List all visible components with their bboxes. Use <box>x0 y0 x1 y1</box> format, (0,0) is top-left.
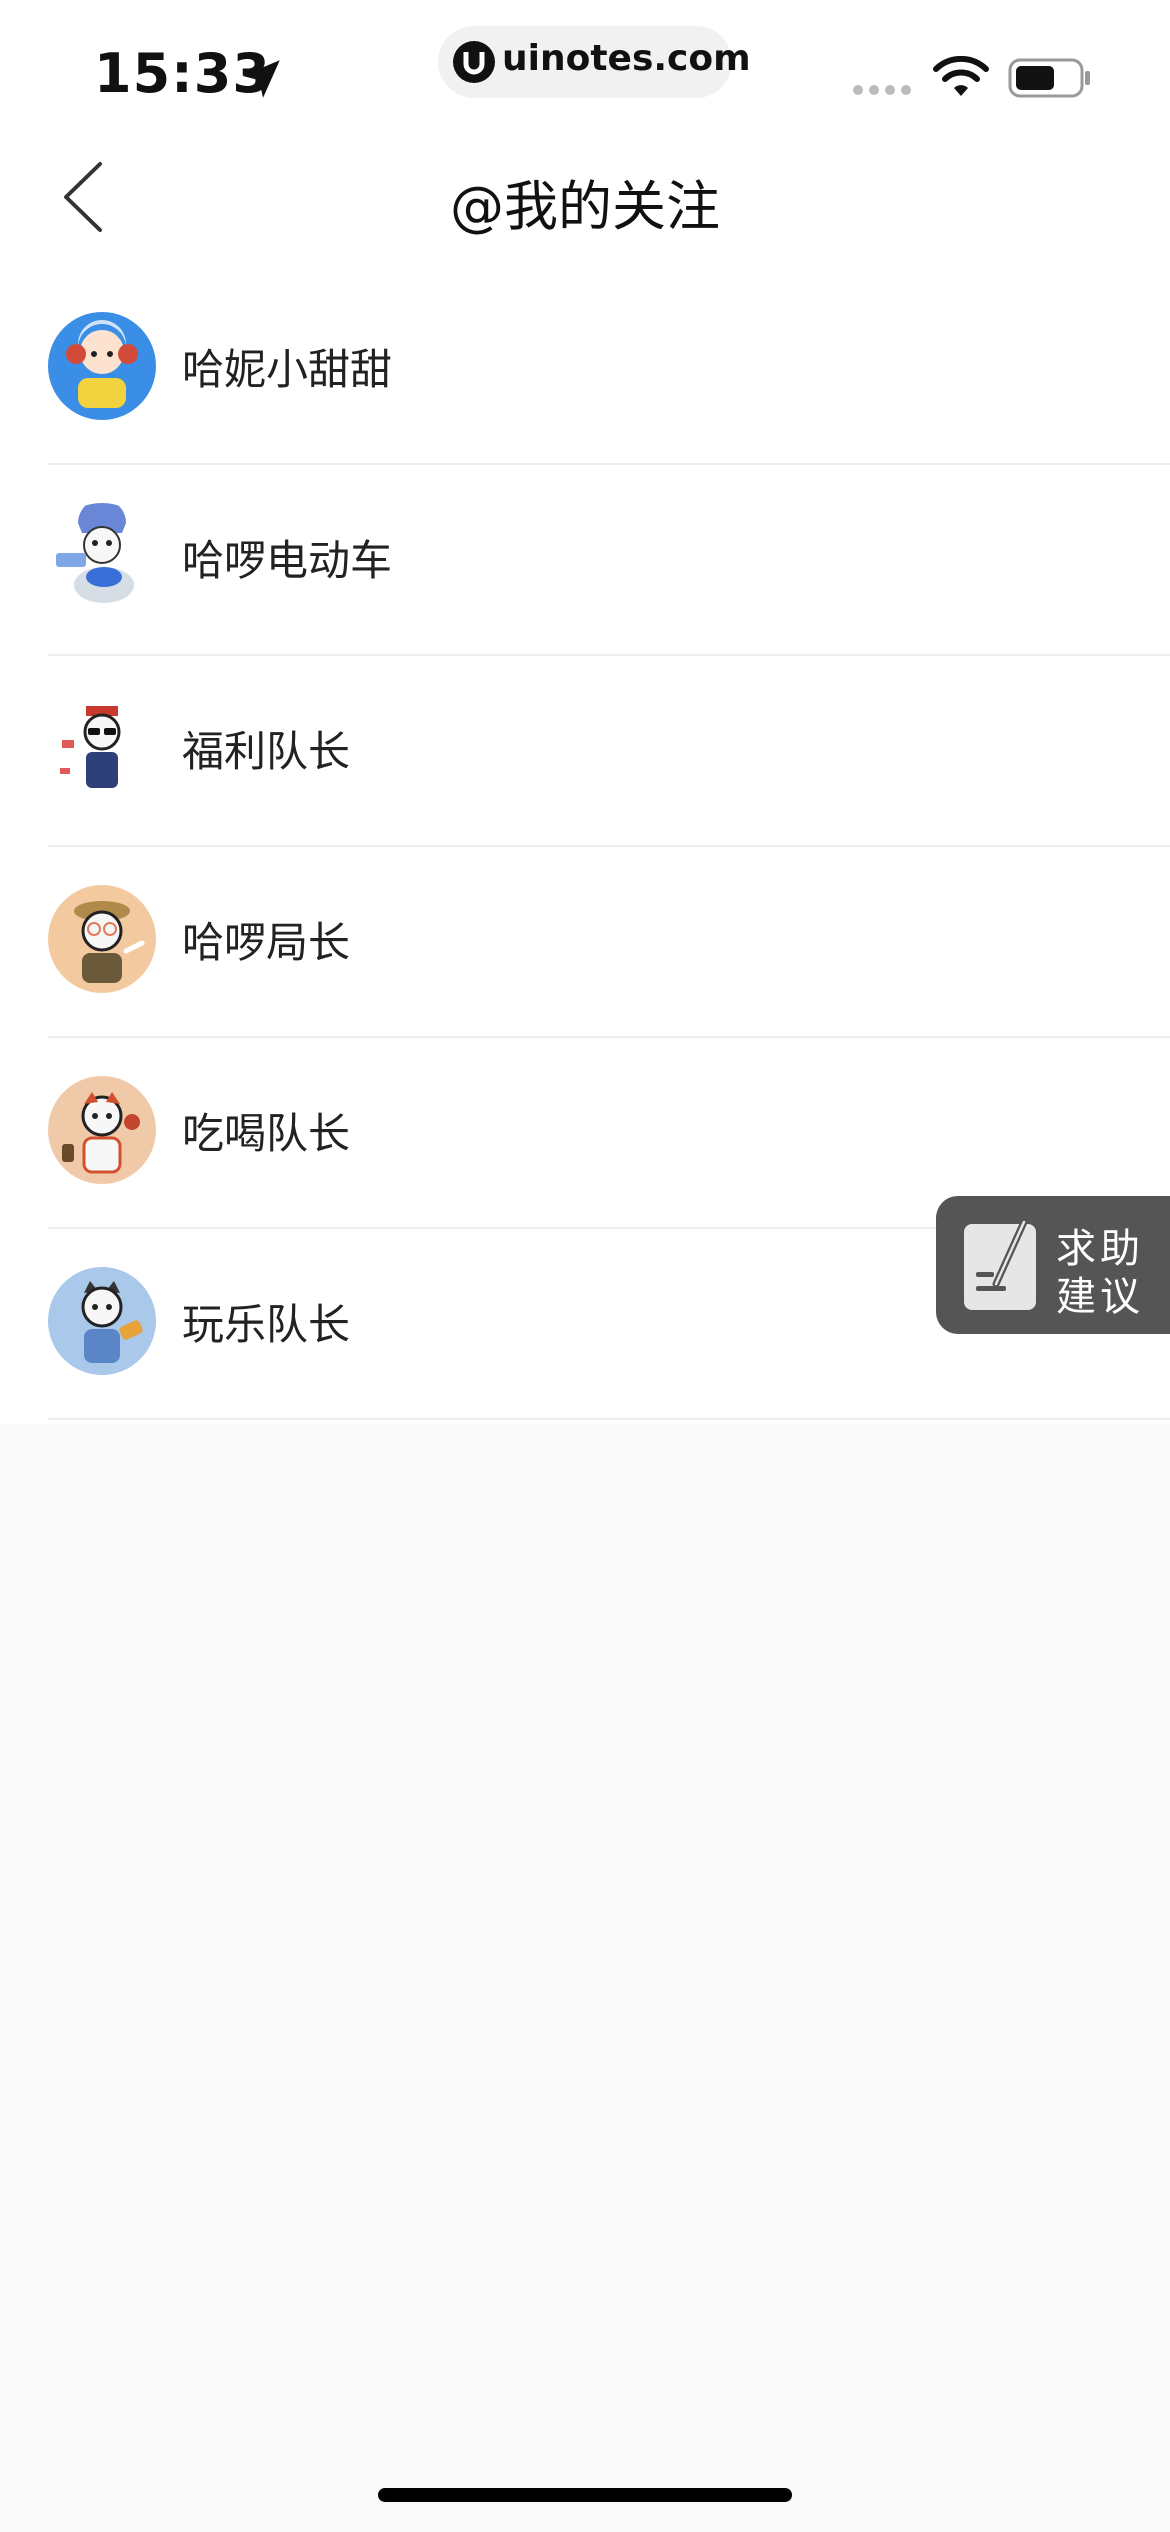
divider <box>48 1418 1170 1420</box>
wifi-icon <box>933 56 989 96</box>
uinotes-logo-icon <box>453 41 495 83</box>
user-name: 吃喝队长 <box>182 1109 351 1158</box>
avatar <box>48 1267 156 1375</box>
user-name: 哈妮小甜甜 <box>182 345 393 394</box>
back-chevron-icon[interactable] <box>56 160 116 234</box>
help-suggestion-button[interactable]: 求助 建议 <box>936 1196 1170 1334</box>
list-item[interactable]: 福利队长 <box>0 656 1170 847</box>
cellular-signal-icon <box>853 85 911 95</box>
url-pill[interactable]: uinotes.com <box>438 26 751 98</box>
list-item[interactable]: 哈妮小甜甜 <box>0 274 1170 465</box>
user-name: 哈啰局长 <box>182 918 351 967</box>
list-item[interactable]: 哈啰局长 <box>0 847 1170 1038</box>
url-text: uinotes.com <box>502 38 751 79</box>
avatar <box>48 503 156 611</box>
home-indicator[interactable] <box>378 2488 792 2502</box>
avatar <box>48 885 156 993</box>
location-arrow-icon <box>242 60 280 98</box>
feedback-pen-icon <box>964 1218 1036 1310</box>
user-name: 哈啰电动车 <box>182 536 393 585</box>
avatar <box>48 1076 156 1184</box>
status-bar: 15:33 uinotes.com <box>0 0 1170 140</box>
list-item[interactable]: 哈啰电动车 <box>0 465 1170 656</box>
avatar <box>48 694 156 802</box>
nav-bar: @我的关注 <box>0 140 1170 250</box>
battery-icon <box>1008 58 1090 98</box>
user-name: 玩乐队长 <box>182 1300 351 1349</box>
user-name: 福利队长 <box>182 727 351 776</box>
page-title: @我的关注 <box>450 175 720 238</box>
help-label-line2: 建议 <box>1056 1274 1144 1320</box>
avatar <box>48 312 156 420</box>
